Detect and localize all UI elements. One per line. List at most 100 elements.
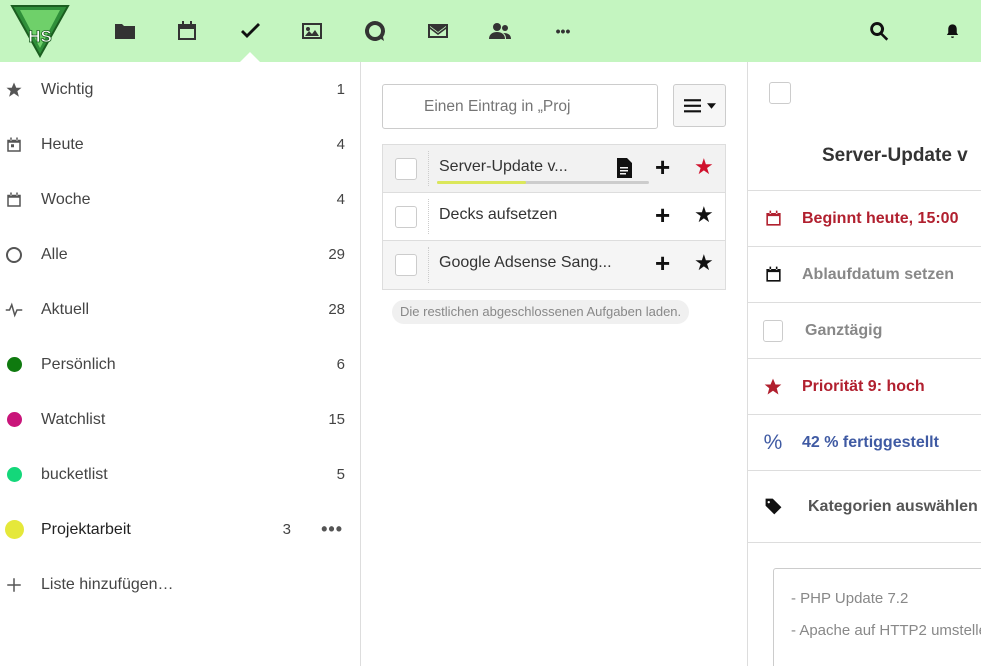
task-progress-bar [437, 181, 649, 184]
sidebar-item-label: Heute [41, 135, 84, 153]
task-detail-panel: Server-Update v Beginnt heute, 15:00 Abl… [748, 62, 981, 666]
start-date-row[interactable]: Beginnt heute, 15:00 [748, 190, 981, 246]
sidebar-item-label: Wichtig [41, 80, 94, 98]
allday-row[interactable]: Ganztägig [748, 302, 981, 358]
sidebar-item-count: 28 [328, 301, 345, 318]
sidebar-item-count: 1 [336, 81, 345, 98]
more-apps-icon[interactable]: ••• [549, 17, 577, 45]
task-row[interactable]: Decks aufsetzen + ★ [383, 193, 725, 241]
categories-row[interactable]: Kategorien auswählen [748, 470, 981, 542]
bell-icon[interactable] [938, 17, 966, 45]
calendar-day-icon [4, 135, 24, 155]
sidebar-item-projektarbeit[interactable]: Projektarbeit 3 ••• [0, 502, 360, 557]
active-nav-indicator [240, 52, 260, 62]
calendar-week-icon [4, 190, 24, 210]
note-icon [617, 158, 632, 178]
sidebar-item-count: 4 [336, 191, 345, 208]
categories-text: Kategorien auswählen [808, 497, 978, 515]
sort-icon [683, 98, 701, 112]
percent-text: 42 % fertiggestellt [802, 433, 939, 451]
talk-icon[interactable] [361, 17, 389, 45]
task-checkbox[interactable] [395, 254, 417, 276]
star-icon [4, 80, 24, 100]
sidebar-item-label: bucketlist [41, 465, 108, 483]
priority-text: Priorität 9: hoch [802, 377, 925, 395]
contacts-icon[interactable] [486, 17, 514, 45]
tag-icon [763, 497, 783, 517]
sidebar-item-label: Watchlist [41, 410, 106, 428]
logo-text: HS [28, 27, 52, 46]
plus-icon [4, 575, 24, 595]
star-icon[interactable]: ★ [694, 252, 714, 274]
task-checkbox[interactable] [395, 206, 417, 228]
task-checkbox[interactable] [395, 158, 417, 180]
row-divider [428, 199, 429, 234]
add-list-button[interactable]: Liste hinzufügen… [0, 557, 360, 612]
checkmark-icon[interactable] [236, 17, 264, 45]
calendar-icon[interactable] [173, 17, 201, 45]
percent-row[interactable]: % 42 % fertiggestellt [748, 414, 981, 470]
task-progress-fill [437, 181, 527, 184]
add-subtask-icon[interactable]: + [655, 154, 670, 180]
sidebar-item-watchlist[interactable]: Watchlist 15 [0, 392, 360, 447]
detail-complete-checkbox[interactable] [769, 82, 791, 104]
image-icon[interactable] [298, 17, 326, 45]
sidebar-item-persoenlich[interactable]: Persönlich 6 [0, 337, 360, 392]
due-date-text: Ablaufdatum setzen [802, 265, 955, 283]
priority-row[interactable]: Priorität 9: hoch [748, 358, 981, 414]
allday-checkbox[interactable] [763, 319, 783, 342]
sidebar-item-count: 15 [328, 411, 345, 428]
star-icon[interactable]: ★ [694, 156, 714, 178]
hs-logo[interactable]: HS [10, 4, 70, 59]
task-lists-sidebar: Wichtig 1 Heute 4 Woche 4 Alle 29 Aktuel… [0, 62, 361, 666]
chevron-down-icon [706, 102, 716, 109]
list-color-dot [4, 355, 24, 375]
sidebar-item-bucketlist[interactable]: bucketlist 5 [0, 447, 360, 502]
task-row[interactable]: Server-Update v... + ★ [383, 145, 725, 193]
mail-icon[interactable] [424, 17, 452, 45]
sidebar-item-count: 3 [282, 521, 291, 538]
sidebar-item-woche[interactable]: Woche 4 [0, 172, 360, 227]
list-color-dot [4, 410, 24, 430]
calendar-due-icon [763, 265, 783, 285]
task-table: Server-Update v... + ★ Decks aufsetzen +… [382, 144, 726, 290]
calendar-start-icon [763, 209, 783, 229]
due-date-row[interactable]: Ablaufdatum setzen [748, 246, 981, 302]
sidebar-item-label: Projektarbeit [41, 520, 131, 538]
note-line: - PHP Update 7.2 [791, 590, 909, 607]
sidebar-item-label: Aktuell [41, 300, 90, 318]
list-color-dot [4, 465, 24, 485]
sidebar-item-wichtig[interactable]: Wichtig 1 [0, 62, 360, 117]
sidebar-item-count: 29 [328, 246, 345, 263]
row-divider [428, 151, 429, 186]
note-line: - Apache auf HTTP2 umstellen [791, 622, 981, 639]
sort-menu-button[interactable] [673, 84, 726, 127]
task-title: Google Adsense Sang... [439, 254, 612, 271]
circle-icon [4, 245, 24, 265]
sidebar-item-count: 5 [336, 466, 345, 483]
sidebar-item-count: 4 [336, 136, 345, 153]
search-icon[interactable] [865, 17, 893, 45]
sidebar-item-heute[interactable]: Heute 4 [0, 117, 360, 172]
add-subtask-icon[interactable]: + [655, 250, 670, 276]
list-options-icon[interactable]: ••• [321, 519, 343, 540]
add-list-label: Liste hinzufügen… [41, 575, 174, 593]
detail-task-title[interactable]: Server-Update v [822, 145, 968, 167]
load-completed-button[interactable]: Die restlichen abgeschlossenen Aufgaben … [392, 300, 690, 324]
add-task-input[interactable] [382, 84, 658, 129]
sidebar-item-label: Woche [41, 190, 91, 208]
detail-divider [748, 542, 981, 543]
priority-star-icon [763, 377, 783, 397]
task-title: Server-Update v... [439, 158, 568, 175]
sidebar-item-aktuell[interactable]: Aktuell 28 [0, 282, 360, 337]
folder-icon[interactable] [111, 17, 139, 45]
sidebar-item-alle[interactable]: Alle 29 [0, 227, 360, 282]
star-icon[interactable]: ★ [694, 204, 714, 226]
start-date-text: Beginnt heute, 15:00 [802, 209, 959, 227]
app-header: HS ••• [0, 0, 981, 62]
sidebar-item-count: 6 [336, 356, 345, 373]
add-subtask-icon[interactable]: + [655, 202, 670, 228]
task-notes[interactable]: - PHP Update 7.2 - Apache auf HTTP2 umst… [773, 568, 981, 666]
row-divider [428, 247, 429, 283]
task-row[interactable]: Google Adsense Sang... + ★ [383, 241, 725, 289]
